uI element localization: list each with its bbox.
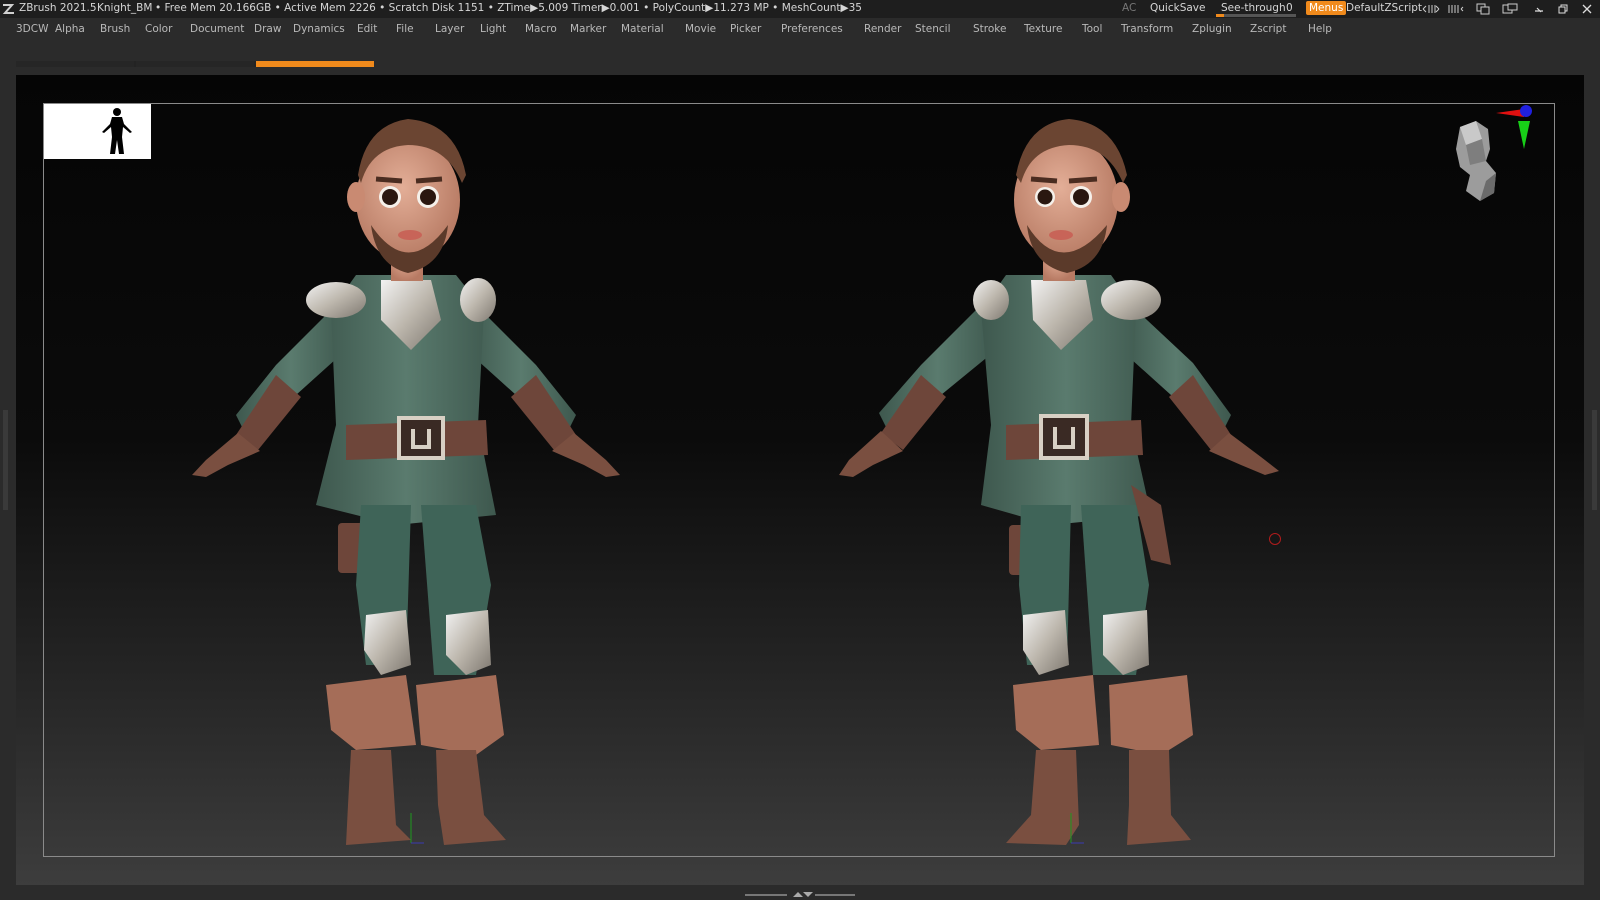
menu-edit[interactable]: Edit [357,23,377,35]
menu-render[interactable]: Render [864,23,901,35]
menu-tool[interactable]: Tool [1082,23,1102,35]
title-bar: ZBrush 2021.5 Knight_BM • Free Mem 20.16… [0,0,1600,18]
menu-stencil[interactable]: Stencil [915,23,951,35]
bottom-shelf-toggle-icon[interactable] [745,892,855,898]
menu-macro[interactable]: Macro [525,23,557,35]
menus-button[interactable]: Menus [1306,1,1347,15]
quicksave-button[interactable]: QuickSave [1150,2,1205,14]
knight-model-three-quarter[interactable] [831,105,1321,865]
menu-alpha[interactable]: Alpha [55,23,85,35]
menu-texture[interactable]: Texture [1024,23,1062,35]
see-through-fill [1216,14,1224,17]
menu-3dcw[interactable]: 3DCW [16,23,48,35]
default-zscript-button[interactable]: DefaultZScript [1346,2,1422,14]
zbrush-logo-icon[interactable] [2,3,16,15]
menu-file[interactable]: File [396,23,414,35]
menu-preferences[interactable]: Preferences [781,23,843,35]
floor-axis-right-icon [1070,813,1084,844]
menu-movie[interactable]: Movie [685,23,716,35]
menu-document[interactable]: Document [190,23,244,35]
menu-marker[interactable]: Marker [570,23,606,35]
menu-draw[interactable]: Draw [254,23,281,35]
menu-help[interactable]: Help [1308,23,1332,35]
minimize-icon[interactable] [1534,5,1544,13]
see-through-label: See-through [1221,2,1286,14]
layout-scroll-icon[interactable] [1422,4,1440,14]
menu-dynamics[interactable]: Dynamics [293,23,345,35]
menu-light[interactable]: Light [480,23,506,35]
menu-zplugin[interactable]: Zplugin [1192,23,1232,35]
left-tray-toggle[interactable] [3,410,8,510]
menu-zscript[interactable]: Zscript [1250,23,1286,35]
menu-transform[interactable]: Transform [1121,23,1173,35]
transpose-pivot-marker[interactable] [1269,533,1281,545]
menu-brush[interactable]: Brush [100,23,130,35]
menu-layer[interactable]: Layer [435,23,464,35]
view-gyro-head-icon[interactable] [1436,101,1546,211]
palette-tab-2[interactable] [136,61,254,67]
viewport-canvas[interactable] [16,75,1584,885]
see-through-value: 0 [1286,2,1293,14]
knight-model-front[interactable] [166,105,656,865]
see-through-slider[interactable]: See-through 0 [1216,0,1296,18]
navigator-thumbnail[interactable] [44,104,151,159]
palette-tab-1[interactable] [16,61,134,67]
menu-picker[interactable]: Picker [730,23,761,35]
silhouette-icon [102,108,132,154]
ui-layout-icon[interactable] [1476,3,1490,15]
palette-tab-3-active[interactable] [256,61,374,67]
memory-stats: • Free Mem 20.166GB • Active Mem 2226 • … [155,2,862,14]
palette-tab-strip [16,61,374,67]
app-version: ZBrush 2021.5 [19,2,97,14]
default-ui-icon[interactable] [1502,3,1518,15]
close-icon[interactable] [1582,4,1592,14]
menu-material[interactable]: Material [621,23,664,35]
menu-stroke[interactable]: Stroke [973,23,1006,35]
document-name: Knight_BM [97,2,153,14]
menu-color[interactable]: Color [145,23,172,35]
layout-cycle-icon[interactable] [1446,4,1464,14]
main-menu-bar: 3DCW Alpha Brush Color Document Draw Dynamics E… [0,20,1600,40]
ac-toggle[interactable]: AC [1122,2,1136,14]
restore-icon[interactable] [1558,4,1568,14]
floor-axis-left-icon [410,813,424,844]
right-tray-toggle[interactable] [1592,410,1597,510]
see-through-track [1216,14,1296,17]
